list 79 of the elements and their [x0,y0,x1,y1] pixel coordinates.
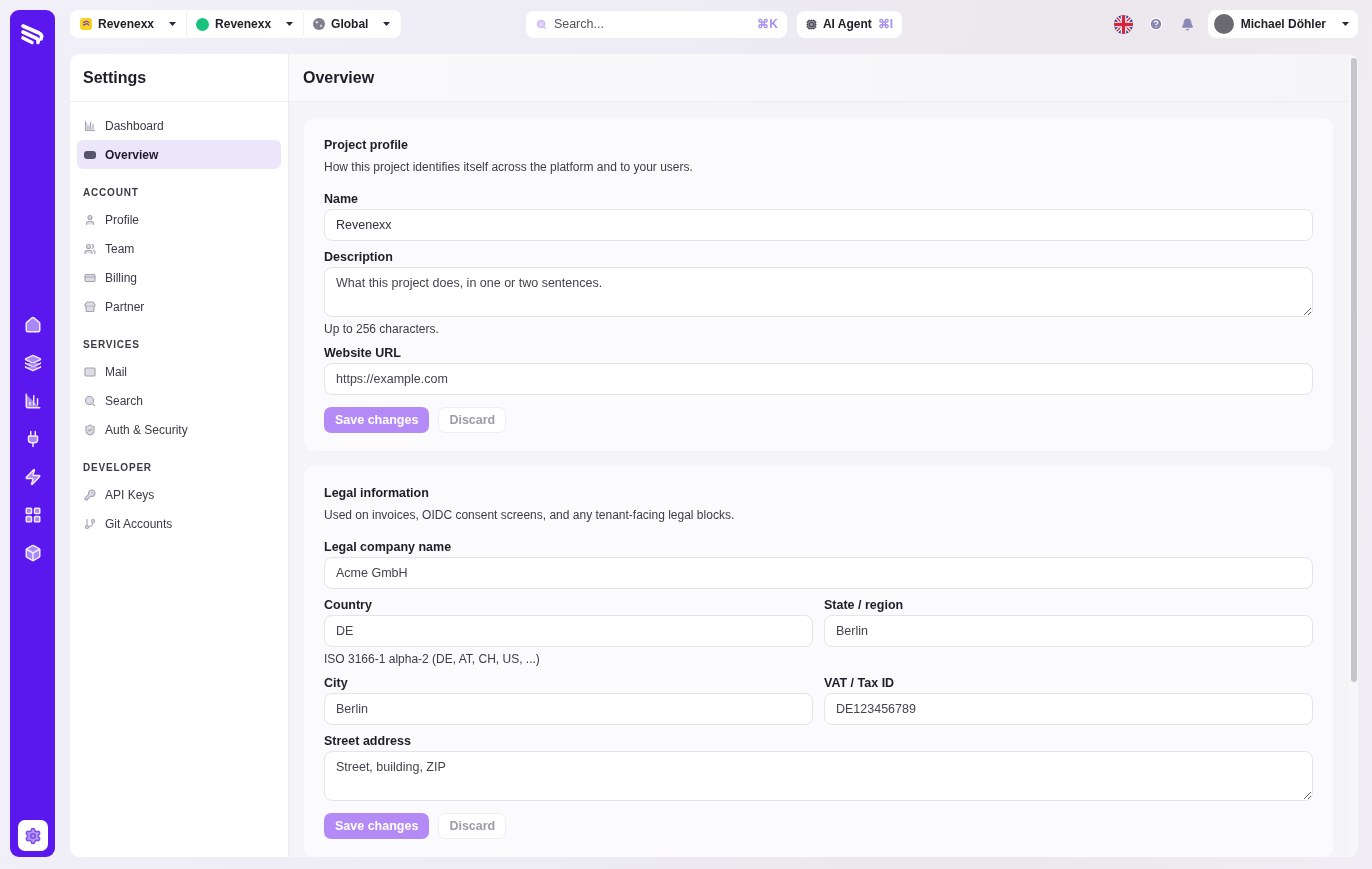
section-title: Legal information [324,485,429,501]
field-label: Website URL [324,345,401,361]
users-icon [84,242,96,255]
caret-icon [1342,22,1349,26]
text-field[interactable]: Revenexx [324,209,1313,241]
user-icon [84,213,96,226]
bell-icon[interactable] [1180,17,1194,31]
caret-icon [286,22,294,26]
text-area-field[interactable]: What this project does, in one or two sentences. [324,267,1313,317]
store-icon [84,300,96,313]
nav-rail-button[interactable] [17,820,48,851]
chip-icon [805,18,817,30]
sidebar-item[interactable]: Dashboard [77,111,281,140]
dropdown-button[interactable]: Revenexx [71,10,187,38]
field-label: Country [324,597,372,613]
field-hint: Up to 256 characters. [324,321,439,337]
ai-agent-button[interactable]: AI Agent ⌘I [796,10,903,38]
bar-chart-icon [23,392,42,410]
rounded-rectangle-icon [84,150,96,159]
sidebar-item[interactable]: Auth & Security [77,415,281,444]
sidebar-item[interactable]: API Keys [77,480,281,509]
user-menu-button[interactable]: Michael Döhler [1207,10,1358,38]
text-field[interactable]: https://example.com [324,363,1313,395]
section-description: How this project identifies itself across the platform and to your users. [324,159,693,175]
text-field[interactable]: Acme GmbH [324,557,1313,589]
text-area-field[interactable]: Street, building, ZIP [324,751,1313,801]
field-label: VAT / Tax ID [824,675,895,691]
text-field[interactable]: Berlin [824,615,1313,647]
shortcut-hint: ⌘I [877,16,894,33]
scrollbar-thumb[interactable] [1350,58,1357,682]
lightning-icon [23,468,42,486]
sidebar-title: Settings [83,67,147,88]
house-icon [23,316,42,334]
section-heading: DEVELOPER [83,462,152,473]
shield-icon [84,423,96,436]
globe-icon [313,18,326,30]
flag-icon[interactable] [1113,14,1133,34]
section-title: Project profile [324,137,409,153]
sidebar-item[interactable]: Profile [77,205,281,234]
layers-icon [23,354,42,372]
mail-icon [84,365,96,378]
field-label: Description [324,249,393,265]
git-branch-icon [84,517,96,530]
help-icon[interactable] [1148,17,1163,31]
search-icon [84,394,96,407]
field-label: Legal company name [324,539,452,555]
field-hint: ISO 3166-1 alpha-2 (DE, AT, CH, US, ...) [324,651,540,667]
dropdown-button[interactable]: Revenexx [187,10,304,38]
grid-icon [23,506,42,524]
shortcut-hint: ⌘K [757,16,778,32]
section-description: Used on invoices, OIDC consent screens, and any tenant-facing legal blocks. [324,507,735,523]
caret-icon [169,22,177,26]
logo-icon [80,18,92,30]
section-heading: ACCOUNT [83,187,139,198]
page-title: Overview [303,67,375,88]
caret-icon [383,22,391,26]
text-field[interactable]: DE123456789 [824,693,1313,725]
field-label: Name [324,191,359,207]
sidebar-item[interactable]: Team [77,234,281,263]
sidebar-item[interactable]: Overview [77,140,281,169]
text-field[interactable]: Berlin [324,693,813,725]
field-label: Street address [324,733,411,749]
settings-icon [23,826,42,845]
dropdown-button[interactable]: Global [304,10,401,38]
avatar [1213,14,1234,34]
field-label: State / region [824,597,904,613]
sidebar-item[interactable]: Git Accounts [77,509,281,538]
sidebar-item[interactable]: Search [77,386,281,415]
sidebar-item[interactable]: Partner [77,292,281,321]
search-icon [535,18,547,30]
cube-icon [23,544,42,562]
field-label: City [324,675,348,691]
key-icon [84,488,96,501]
section-heading: SERVICES [83,339,140,350]
bar-chart-icon [84,119,96,132]
credit-card-icon [84,271,96,284]
sidebar-item[interactable]: Mail [77,357,281,386]
sidebar-item[interactable]: Billing [77,263,281,292]
text-field[interactable]: DE [324,615,813,647]
